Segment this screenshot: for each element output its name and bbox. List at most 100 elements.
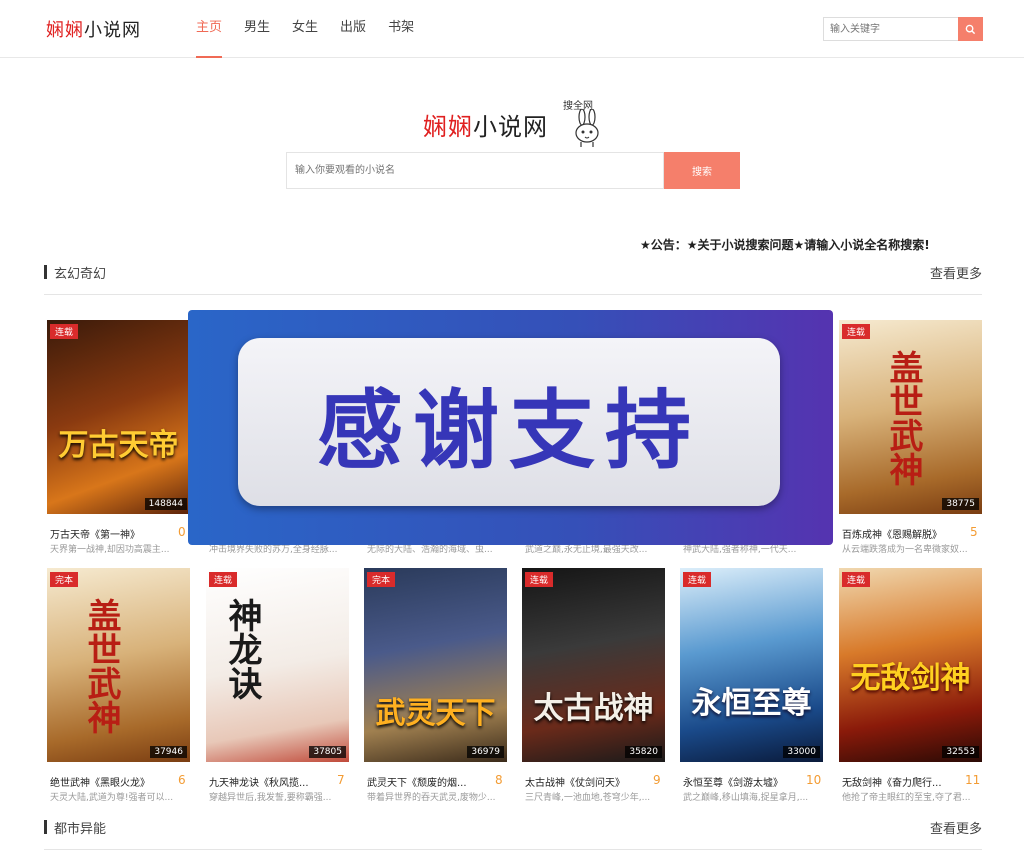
hero-search-button[interactable]: 搜索: [664, 152, 740, 189]
book-title[interactable]: 绝世武神《黑眼火龙》: [50, 774, 150, 789]
status-badge: 连载: [525, 572, 554, 587]
cover-title: 盖世武神: [81, 598, 121, 734]
book-desc: 天灵大陆,武道为尊!强者可以...: [50, 793, 174, 803]
section-title: 玄幻奇幻: [54, 267, 107, 282]
book-desc: 带着异世界的吞天武灵,废物少...: [367, 793, 496, 803]
section-header-fantasy: 玄幻奇幻 查看更多: [44, 263, 982, 283]
read-count: 148844: [144, 498, 187, 510]
nav-home[interactable]: 主页: [196, 0, 223, 58]
hero-logo-black: 小说网: [473, 113, 548, 141]
search-icon: [965, 24, 976, 34]
thanks-card: 感谢支持: [238, 338, 780, 506]
book-desc: 从云端跌落成为一名卑微家奴...: [842, 545, 968, 555]
book-desc: 天界第一战神,却因功高震主...: [50, 545, 170, 555]
read-count: 32553: [942, 746, 979, 758]
cover-title: 无敌剑神: [850, 661, 971, 696]
book-desc: 武之巅峰,移山填海,捉星拿月,...: [683, 793, 809, 803]
section-divider: [44, 849, 982, 850]
rank-number: 0: [178, 525, 186, 539]
read-count: 37946: [150, 746, 187, 758]
hero-logo-text: 娴娴小说网: [423, 107, 548, 142]
book-cover[interactable]: 万古天帝 连载 148844: [47, 320, 190, 514]
cover-title: 盖世武神: [883, 350, 923, 486]
nav-male[interactable]: 男生: [244, 0, 270, 58]
book-card[interactable]: 神龙诀 连载 37805 九天神龙诀《秋风揽... 7 穿越异世后,我发誓,要称…: [206, 568, 349, 803]
read-count: 33000: [783, 746, 820, 758]
rank-number: 5: [970, 525, 978, 539]
cover-title: 永恒至尊: [691, 686, 812, 721]
section-header-urban: 都市异能 查看更多: [44, 818, 982, 838]
nav-female[interactable]: 女生: [292, 0, 318, 58]
book-cover[interactable]: 武灵天下 完本 36979: [364, 568, 507, 762]
rank-number: 9: [653, 773, 661, 787]
rabbit-mascot-icon: [575, 109, 599, 147]
top-header: 娴娴小说网 主页 男生 女生 出版 书架: [0, 0, 1024, 58]
book-title[interactable]: 太古战神《仗剑问天》: [525, 774, 625, 789]
section-divider: [44, 294, 982, 295]
book-card[interactable]: 盖世武神 完本 37946 绝世武神《黑眼火龙》 6 天灵大陆,武道为尊!强者可…: [47, 568, 190, 803]
book-title[interactable]: 万古天帝《第一神》: [50, 526, 140, 541]
book-card[interactable]: 万古天帝 连载 148844 万古天帝《第一神》 0 天界第一战神,却因功高震主…: [47, 320, 190, 555]
book-title[interactable]: 百炼成神《恩赐解脱》: [842, 526, 942, 541]
read-count: 35820: [625, 746, 662, 758]
book-cover[interactable]: 神龙诀 连载 37805: [206, 568, 349, 762]
rank-number: 6: [178, 773, 186, 787]
book-cover[interactable]: 无敌剑神 连载 32553: [839, 568, 982, 762]
book-card[interactable]: 太古战神 连载 35820 太古战神《仗剑问天》 9 三尺青峰,一池血地,苍穹少…: [522, 568, 665, 803]
main-nav: 主页 男生 女生 出版 书架: [196, 0, 436, 58]
hero-search-input[interactable]: [286, 152, 664, 189]
book-title[interactable]: 九天神龙诀《秋风揽...: [209, 774, 309, 789]
header-search-button[interactable]: [958, 17, 983, 41]
book-desc: 穿越异世后,我发誓,要称霸强...: [209, 793, 332, 803]
book-card[interactable]: 永恒至尊 连载 33000 永恒至尊《剑游太墟》 10 武之巅峰,移山填海,捉星…: [680, 568, 823, 803]
book-title[interactable]: 武灵天下《颓废的烟...: [367, 774, 467, 789]
book-card[interactable]: 无敌剑神 连载 32553 无敌剑神《奋力爬行... 11 他抢了帝主眼红的至宝…: [839, 568, 982, 803]
read-count: 36979: [467, 746, 504, 758]
book-card[interactable]: 武灵天下 完本 36979 武灵天下《颓废的烟... 8 带着异世界的吞天武灵,…: [364, 568, 507, 803]
section-title: 都市异能: [54, 822, 107, 837]
nav-bookshelf[interactable]: 书架: [388, 0, 414, 58]
book-desc: 他抢了帝主眼红的至宝,夺了君...: [842, 793, 971, 803]
thanks-overlay-banner: 感谢支持: [188, 310, 833, 545]
status-badge: 完本: [50, 572, 79, 587]
logo-black-text: 小说网: [84, 20, 141, 41]
header-search: [823, 17, 983, 41]
header-search-input[interactable]: [823, 17, 958, 41]
rank-number: 10: [806, 773, 822, 787]
book-title[interactable]: 永恒至尊《剑游太墟》: [683, 774, 783, 789]
book-cover[interactable]: 盖世武神 完本 37946: [47, 568, 190, 762]
status-badge: 连载: [842, 572, 871, 587]
section-marker: [44, 265, 47, 279]
nav-publish[interactable]: 出版: [340, 0, 366, 58]
book-title[interactable]: 无敌剑神《奋力爬行...: [842, 774, 942, 789]
book-cover[interactable]: 盖世武神 连载 38775: [839, 320, 982, 514]
announcement: ★公告：★关于小说搜索问题★请输入小说全名称搜索!: [640, 238, 930, 252]
hero-search: 搜索: [286, 152, 740, 189]
hero-logo-red: 娴娴: [423, 113, 473, 141]
section-marker: [44, 820, 47, 834]
read-count: 38775: [942, 498, 979, 510]
cover-title: 太古战神: [533, 691, 654, 726]
logo-red-text: 娴娴: [46, 20, 84, 41]
cover-title: 武灵天下: [375, 696, 496, 731]
cover-title: 神龙诀: [222, 598, 262, 700]
status-badge: 连载: [50, 324, 79, 339]
book-desc: 三尺青峰,一池血地,苍穹少年,...: [525, 793, 651, 803]
status-badge: 连载: [683, 572, 712, 587]
cover-title: 万古天帝: [58, 428, 179, 463]
see-more-link[interactable]: 查看更多: [930, 818, 982, 837]
see-more-link[interactable]: 查看更多: [930, 263, 982, 282]
status-badge: 连载: [842, 324, 871, 339]
hero-logo: 搜全网 娴娴小说网: [423, 97, 613, 153]
read-count: 37805: [309, 746, 346, 758]
site-logo[interactable]: 娴娴小说网: [46, 16, 141, 42]
rank-number: 8: [495, 773, 503, 787]
rank-number: 11: [965, 773, 981, 787]
thanks-text: 感谢支持: [317, 380, 701, 481]
book-cover[interactable]: 永恒至尊 连载 33000: [680, 568, 823, 762]
rank-number: 7: [337, 773, 345, 787]
book-cover[interactable]: 太古战神 连载 35820: [522, 568, 665, 762]
book-card[interactable]: 盖世武神 连载 38775 百炼成神《恩赐解脱》 5 从云端跌落成为一名卑微家奴…: [839, 320, 982, 555]
status-badge: 连载: [209, 572, 238, 587]
status-badge: 完本: [367, 572, 396, 587]
